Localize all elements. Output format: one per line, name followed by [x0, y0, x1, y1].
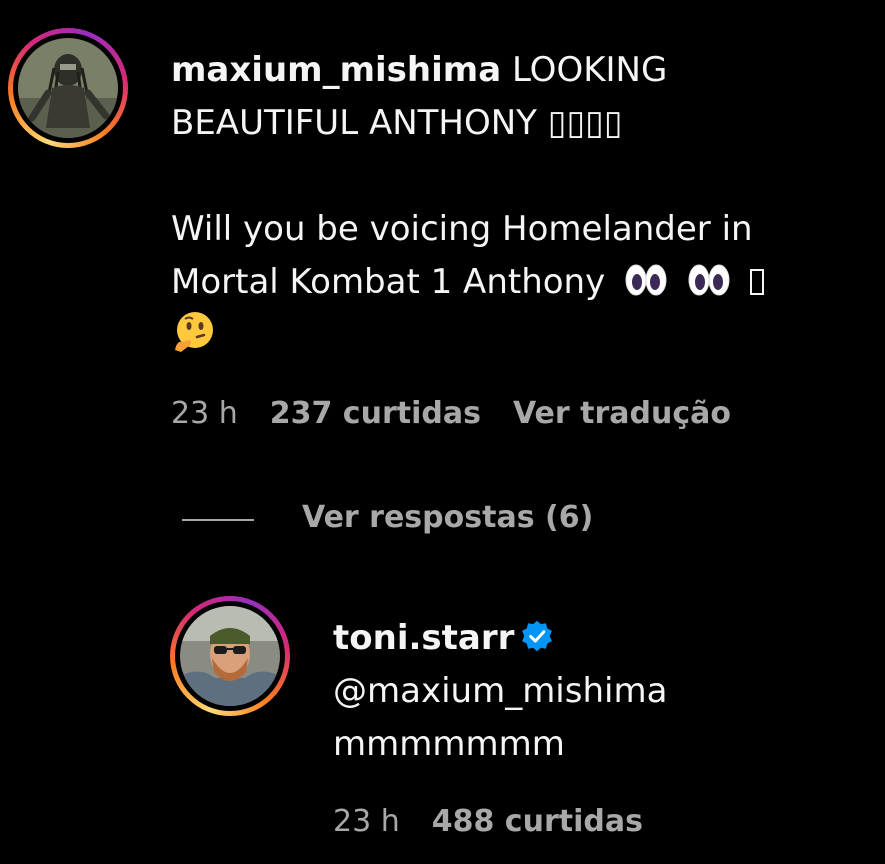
reply-meta: 23 h 488 curtidas	[333, 804, 675, 839]
view-replies-button[interactable]: Ver respostas (6)	[302, 500, 593, 535]
comment-text-line1: LOOKING	[511, 50, 668, 90]
unknown-glyph-icon	[749, 269, 764, 295]
thinking-face-icon	[175, 312, 213, 352]
eyes-icon	[688, 264, 730, 296]
comment-text-line4: Mortal Kombat 1 Anthony	[171, 262, 606, 302]
comment-username[interactable]: maxium_mishima	[171, 50, 501, 90]
verified-badge-icon	[522, 620, 553, 652]
comment-meta: 23 h 237 curtidas Ver tradução	[171, 396, 763, 431]
reply-mention-link[interactable]: @maxium_mishima	[333, 671, 667, 711]
comment-text-line3: Will you be voicing Homelander in	[171, 209, 753, 249]
reply-likes-link[interactable]: 488 curtidas	[432, 804, 643, 839]
eyes-icon	[625, 264, 667, 296]
reply-body: toni.starr @maxium_mishima mmmmmmm	[333, 612, 853, 771]
bearded-man-avatar-icon	[180, 606, 280, 706]
comment-body: maxium_mishima LOOKING BEAUTIFUL ANTHONY…	[171, 44, 851, 362]
comment-text-line2: BEAUTIFUL ANTHONY ▯▯▯▯	[171, 103, 623, 143]
reply-time: 23 h	[333, 804, 400, 839]
predator-avatar-icon	[18, 38, 118, 138]
reply-avatar[interactable]	[170, 596, 290, 716]
comment-likes-link[interactable]: 237 curtidas	[270, 396, 481, 431]
reply-text: mmmmmmm	[333, 724, 565, 764]
comment-time: 23 h	[171, 396, 238, 431]
replies-divider-line	[182, 519, 254, 521]
translate-link[interactable]: Ver tradução	[513, 396, 731, 431]
reply-username[interactable]: toni.starr	[333, 618, 514, 658]
commenter-avatar[interactable]	[8, 28, 128, 148]
